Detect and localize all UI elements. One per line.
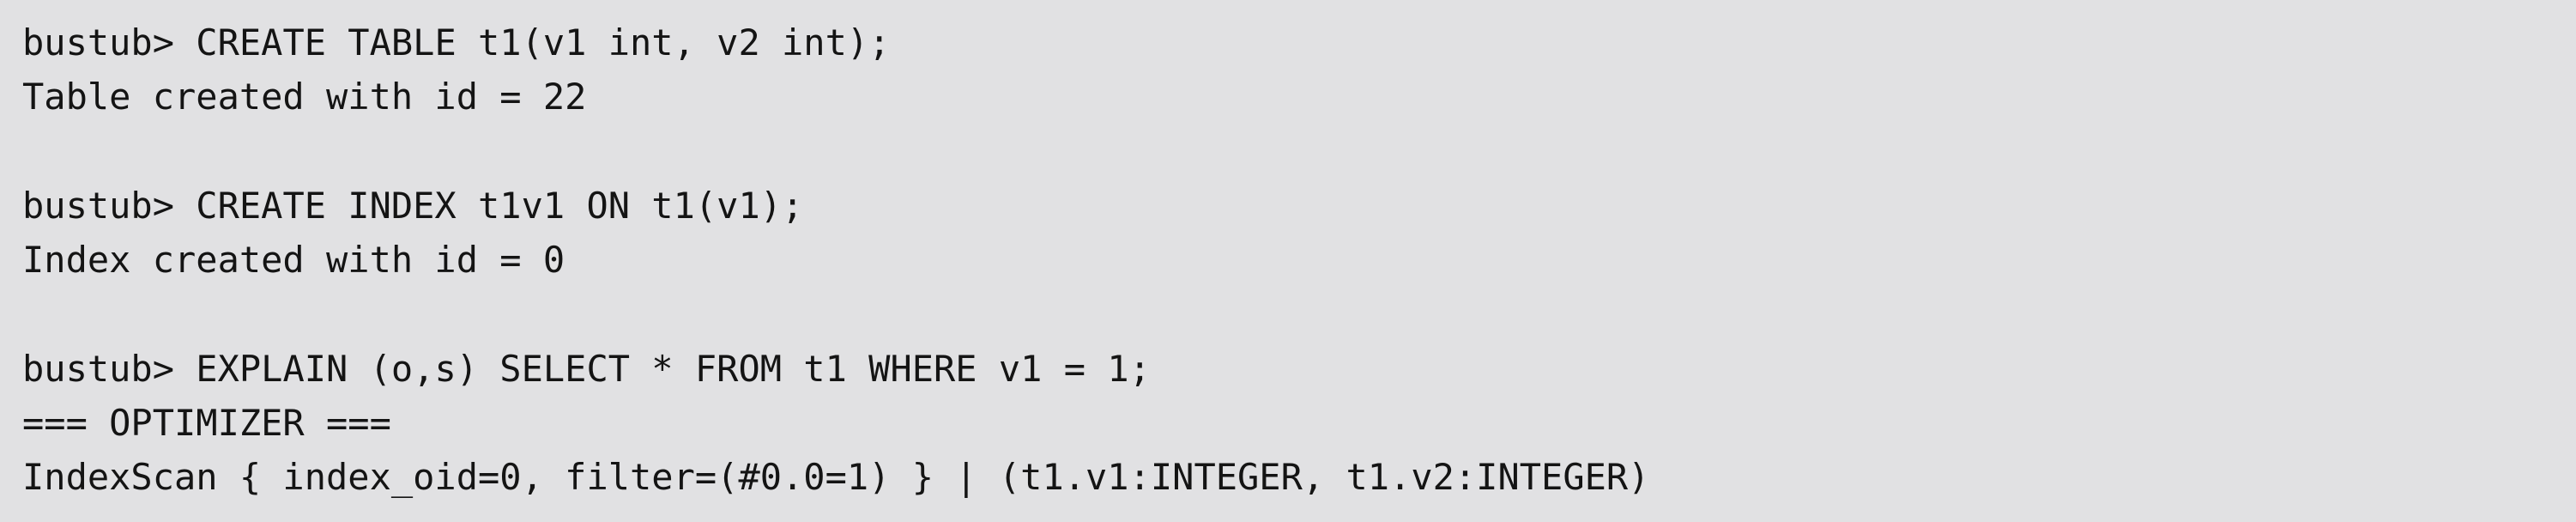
terminal-line-6 <box>22 287 2576 341</box>
shell-prompt: bustub> <box>22 21 197 64</box>
terminal-line-4: bustub> CREATE INDEX t1v1 ON t1(v1); <box>22 179 2576 233</box>
terminal-line-1: bustub> CREATE TABLE t1(v1 int, v2 int); <box>22 15 2576 70</box>
terminal-line-7: bustub> EXPLAIN (o,s) SELECT * FROM t1 W… <box>22 342 2576 396</box>
command-text: EXPLAIN (o,s) SELECT * FROM t1 WHERE v1 … <box>196 347 1151 390</box>
shell-prompt: bustub> <box>22 184 197 227</box>
output-text: IndexScan { index_oid=0, filter=(#0.0=1)… <box>22 456 1650 499</box>
terminal-line-9: IndexScan { index_oid=0, filter=(#0.0=1)… <box>22 450 2576 504</box>
output-text: === OPTIMIZER === <box>22 402 391 445</box>
shell-prompt: bustub> <box>22 347 197 390</box>
terminal-line-8: === OPTIMIZER === <box>22 396 2576 450</box>
terminal-line-3 <box>22 124 2576 179</box>
terminal-line-2: Table created with id = 22 <box>22 70 2576 124</box>
terminal-line-5: Index created with id = 0 <box>22 233 2576 287</box>
output-text: Table created with id = 22 <box>22 76 587 118</box>
output-text: Index created with id = 0 <box>22 239 565 282</box>
command-text: CREATE INDEX t1v1 ON t1(v1); <box>196 184 804 227</box>
terminal-output: bustub> CREATE TABLE t1(v1 int, v2 int);… <box>0 0 2576 522</box>
command-text: CREATE TABLE t1(v1 int, v2 int); <box>196 21 891 64</box>
